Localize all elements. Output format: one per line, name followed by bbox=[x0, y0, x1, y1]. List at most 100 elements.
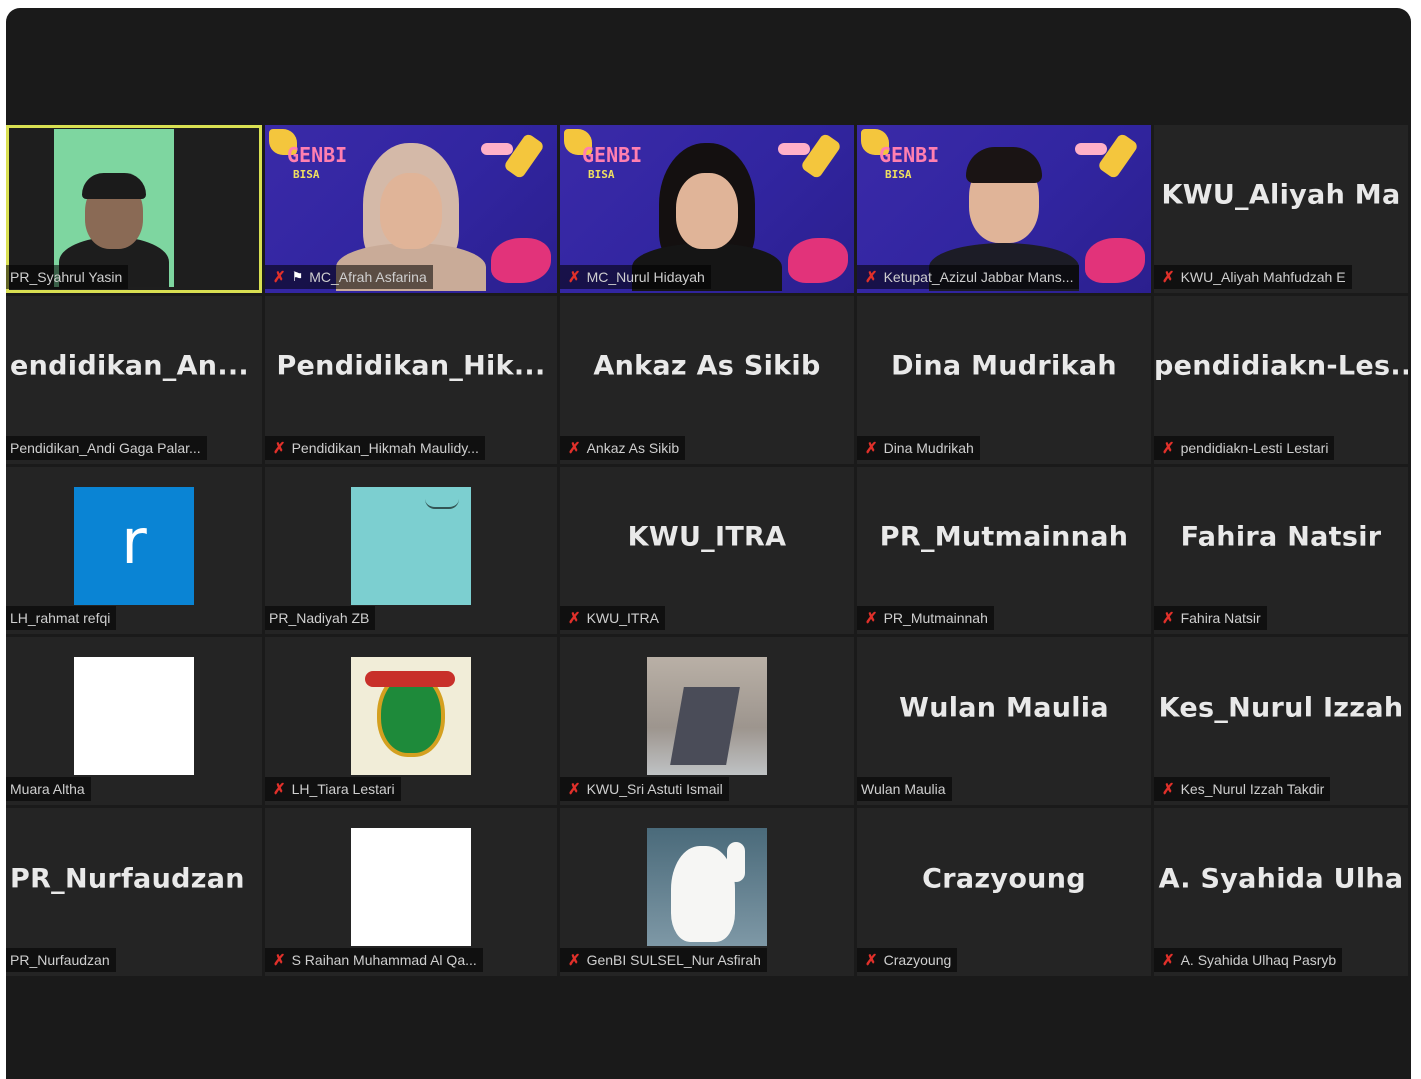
participant-name: MC_Afrah Asfarina bbox=[309, 268, 427, 285]
participant-name: Wulan Maulia bbox=[861, 781, 946, 798]
mic-muted-icon: ✗ bbox=[568, 951, 581, 969]
participant-name-label: ✗ LH_Tiara Lestari bbox=[265, 777, 401, 802]
participant-name: Kes_Nurul Izzah Takdir bbox=[1180, 781, 1325, 798]
meeting-window: PR_Syahrul Yasin GENBI BISA ✗ ⚑ MC_Afrah Asfa… bbox=[6, 8, 1411, 1079]
mic-muted-icon: ✗ bbox=[1162, 951, 1175, 969]
participant-tile[interactable]: Crazyoung ✗ Crazyoung bbox=[857, 808, 1151, 976]
participant-tile[interactable]: KWU_Aliyah Ma ✗ KWU_Aliyah Mahfudzah E bbox=[1154, 125, 1408, 293]
mic-muted-icon: ✗ bbox=[568, 781, 581, 799]
participant-name-label: PR_Syahrul Yasin bbox=[6, 264, 129, 289]
participant-display-name: Ankaz As Sikib bbox=[593, 350, 821, 382]
participant-tile[interactable]: Muara Altha bbox=[6, 637, 262, 806]
participant-tile[interactable]: Kes_Nurul Izzah ✗ Kes_Nurul Izzah Takdir bbox=[1154, 637, 1408, 806]
cat-photo bbox=[671, 846, 735, 943]
participant-name-label: ✗ Pendidikan_Hikmah Maulidy... bbox=[265, 435, 485, 460]
participant-display-name: KWU_Aliyah Ma bbox=[1161, 179, 1401, 211]
participant-tile[interactable]: PR_Syahrul Yasin bbox=[6, 125, 262, 293]
participant-name: Dina Mudrikah bbox=[883, 439, 974, 456]
participant-tile[interactable]: Dina Mudrikah ✗ Dina Mudrikah bbox=[857, 295, 1151, 464]
mic-muted-icon: ✗ bbox=[273, 439, 286, 457]
participant-tile[interactable]: ✗ KWU_Sri Astuti Ismail bbox=[560, 637, 854, 806]
mic-muted-icon: ✗ bbox=[1162, 439, 1175, 457]
mic-muted-icon: ✗ bbox=[1162, 268, 1175, 286]
participant-name: Crazyoung bbox=[883, 951, 952, 968]
participant-tile[interactable]: Fahira Natsir ✗ Fahira Natsir bbox=[1154, 466, 1408, 635]
participant-name-label: Pendidikan_Andi Gaga Palar... bbox=[6, 435, 207, 460]
participant-name: PR_Nadiyah ZB bbox=[269, 610, 370, 627]
participant-display-name: A. Syahida Ulha bbox=[1158, 863, 1404, 895]
participant-tile[interactable]: A. Syahida Ulha ✗ A. Syahida Ulhaq Pasryb bbox=[1154, 808, 1408, 976]
participant-name-label: ✗ PR_Mutmainnah bbox=[857, 606, 994, 631]
participant-tile[interactable]: Pendidikan_Hik... ✗ Pendidikan_Hikmah Maul… bbox=[265, 295, 557, 464]
participant-name-label: ✗ Dina Mudrikah bbox=[857, 435, 980, 460]
mic-muted-icon: ✗ bbox=[273, 781, 286, 799]
participant-name-label: ✗ KWU_ITRA bbox=[560, 606, 665, 631]
participant-tile[interactable]: Wulan Maulia Wulan Maulia bbox=[857, 637, 1151, 806]
participant-name: GenBI SULSEL_Nur Asfirah bbox=[586, 951, 761, 968]
participant-name: Ankaz As Sikib bbox=[586, 439, 680, 456]
participant-name-label: ✗ S Raihan Muhammad Al Qa... bbox=[265, 947, 483, 972]
participant-display-name: PR_Mutmainnah bbox=[879, 521, 1129, 553]
mic-muted-icon: ✗ bbox=[273, 951, 286, 969]
participant-name-label: PR_Nurfaudzan bbox=[6, 947, 116, 972]
participant-video bbox=[54, 129, 174, 287]
event-badge bbox=[778, 143, 810, 155]
participant-tile[interactable]: pendidiakn-Les... ✗ pendidiakn-Lesti Lesta… bbox=[1154, 295, 1408, 464]
profile-picture bbox=[74, 657, 194, 776]
participant-display-name: Kes_Nurul Izzah bbox=[1158, 692, 1404, 724]
participant-name: PR_Mutmainnah bbox=[883, 610, 988, 627]
participant-name-label: ✗ KWU_Aliyah Mahfudzah E bbox=[1154, 264, 1352, 289]
participant-name: Ketupat_Azizul Jabbar Mans... bbox=[883, 268, 1074, 285]
mic-muted-icon: ✗ bbox=[865, 610, 878, 628]
participant-name: Muara Altha bbox=[10, 781, 85, 798]
participant-name-label: ✗ Fahira Natsir bbox=[1154, 606, 1267, 631]
participant-display-name: Crazyoung bbox=[922, 863, 1086, 895]
participant-name-label: PR_Nadiyah ZB bbox=[265, 606, 376, 631]
participant-name: Fahira Natsir bbox=[1180, 610, 1261, 627]
event-badge bbox=[1075, 143, 1107, 155]
participant-display-name: endidikan_An... bbox=[10, 350, 249, 382]
mic-muted-icon: ✗ bbox=[865, 439, 878, 457]
building-photo bbox=[670, 687, 740, 766]
participant-tile[interactable]: GENBI BISA ✗ MC_Nurul Hidayah bbox=[560, 125, 854, 293]
participant-display-name: Wulan Maulia bbox=[899, 692, 1109, 724]
participant-tile[interactable]: GENBI BISA ✗ Ketupat_Azizul Jabbar Mans... bbox=[857, 125, 1151, 293]
participant-name-label: ✗ GenBI SULSEL_Nur Asfirah bbox=[560, 947, 767, 972]
participant-name: KWU_ITRA bbox=[586, 610, 659, 627]
participant-tile[interactable]: PR_Nadiyah ZB bbox=[265, 466, 557, 635]
participant-name: Pendidikan_Andi Gaga Palar... bbox=[10, 439, 201, 456]
participant-tile[interactable]: PR_Mutmainnah ✗ PR_Mutmainnah bbox=[857, 466, 1151, 635]
participant-display-name: KWU_ITRA bbox=[627, 521, 787, 553]
participant-tile[interactable]: Ankaz As Sikib ✗ Ankaz As Sikib bbox=[560, 295, 854, 464]
participant-tile[interactable]: GENBI BISA ✗ ⚑ MC_Afrah Asfarina bbox=[265, 125, 557, 293]
participant-display-name: Dina Mudrikah bbox=[891, 350, 1117, 382]
participant-name: KWU_Aliyah Mahfudzah E bbox=[1180, 268, 1346, 285]
participant-display-name: pendidiakn-Les... bbox=[1154, 350, 1408, 382]
mic-muted-icon: ✗ bbox=[568, 268, 581, 286]
participant-name-label: ✗ Ankaz As Sikib bbox=[560, 435, 686, 460]
participant-tile[interactable]: endidikan_An... Pendidikan_Andi Gaga Pala… bbox=[6, 295, 262, 464]
mic-muted-icon: ✗ bbox=[865, 268, 878, 286]
profile-picture bbox=[647, 828, 767, 947]
participant-name-label: LH_rahmat refqi bbox=[6, 606, 117, 631]
participant-tile[interactable]: KWU_ITRA ✗ KWU_ITRA bbox=[560, 466, 854, 635]
participant-name-label: Muara Altha bbox=[6, 777, 91, 802]
participant-display-name: Fahira Natsir bbox=[1180, 521, 1382, 553]
participant-tile[interactable]: ✗ S Raihan Muhammad Al Qa... bbox=[265, 808, 557, 976]
participant-name-label: ✗ MC_Nurul Hidayah bbox=[560, 264, 711, 289]
pin-icon: ⚑ bbox=[291, 268, 304, 284]
participant-tile[interactable]: PR_Nurfaudzan PR_Nurfaudzan bbox=[6, 808, 262, 976]
profile-picture bbox=[351, 486, 471, 605]
participant-name: MC_Nurul Hidayah bbox=[586, 268, 705, 285]
participant-name-label: ✗ KWU_Sri Astuti Ismail bbox=[560, 777, 729, 802]
participant-name: pendidiakn-Lesti Lestari bbox=[1180, 439, 1329, 456]
profile-picture bbox=[351, 657, 471, 776]
participant-tile[interactable]: ✗ GenBI SULSEL_Nur Asfirah bbox=[560, 808, 854, 976]
participant-tile[interactable]: r LH_rahmat refqi bbox=[6, 466, 262, 635]
participant-name: PR_Nurfaudzan bbox=[10, 951, 110, 968]
mic-muted-icon: ✗ bbox=[1162, 610, 1175, 628]
participant-tile[interactable]: ✗ LH_Tiara Lestari bbox=[265, 637, 557, 806]
mic-muted-icon: ✗ bbox=[865, 951, 878, 969]
participant-name-label: Wulan Maulia bbox=[857, 777, 952, 802]
participant-name: A. Syahida Ulhaq Pasryb bbox=[1180, 951, 1337, 968]
